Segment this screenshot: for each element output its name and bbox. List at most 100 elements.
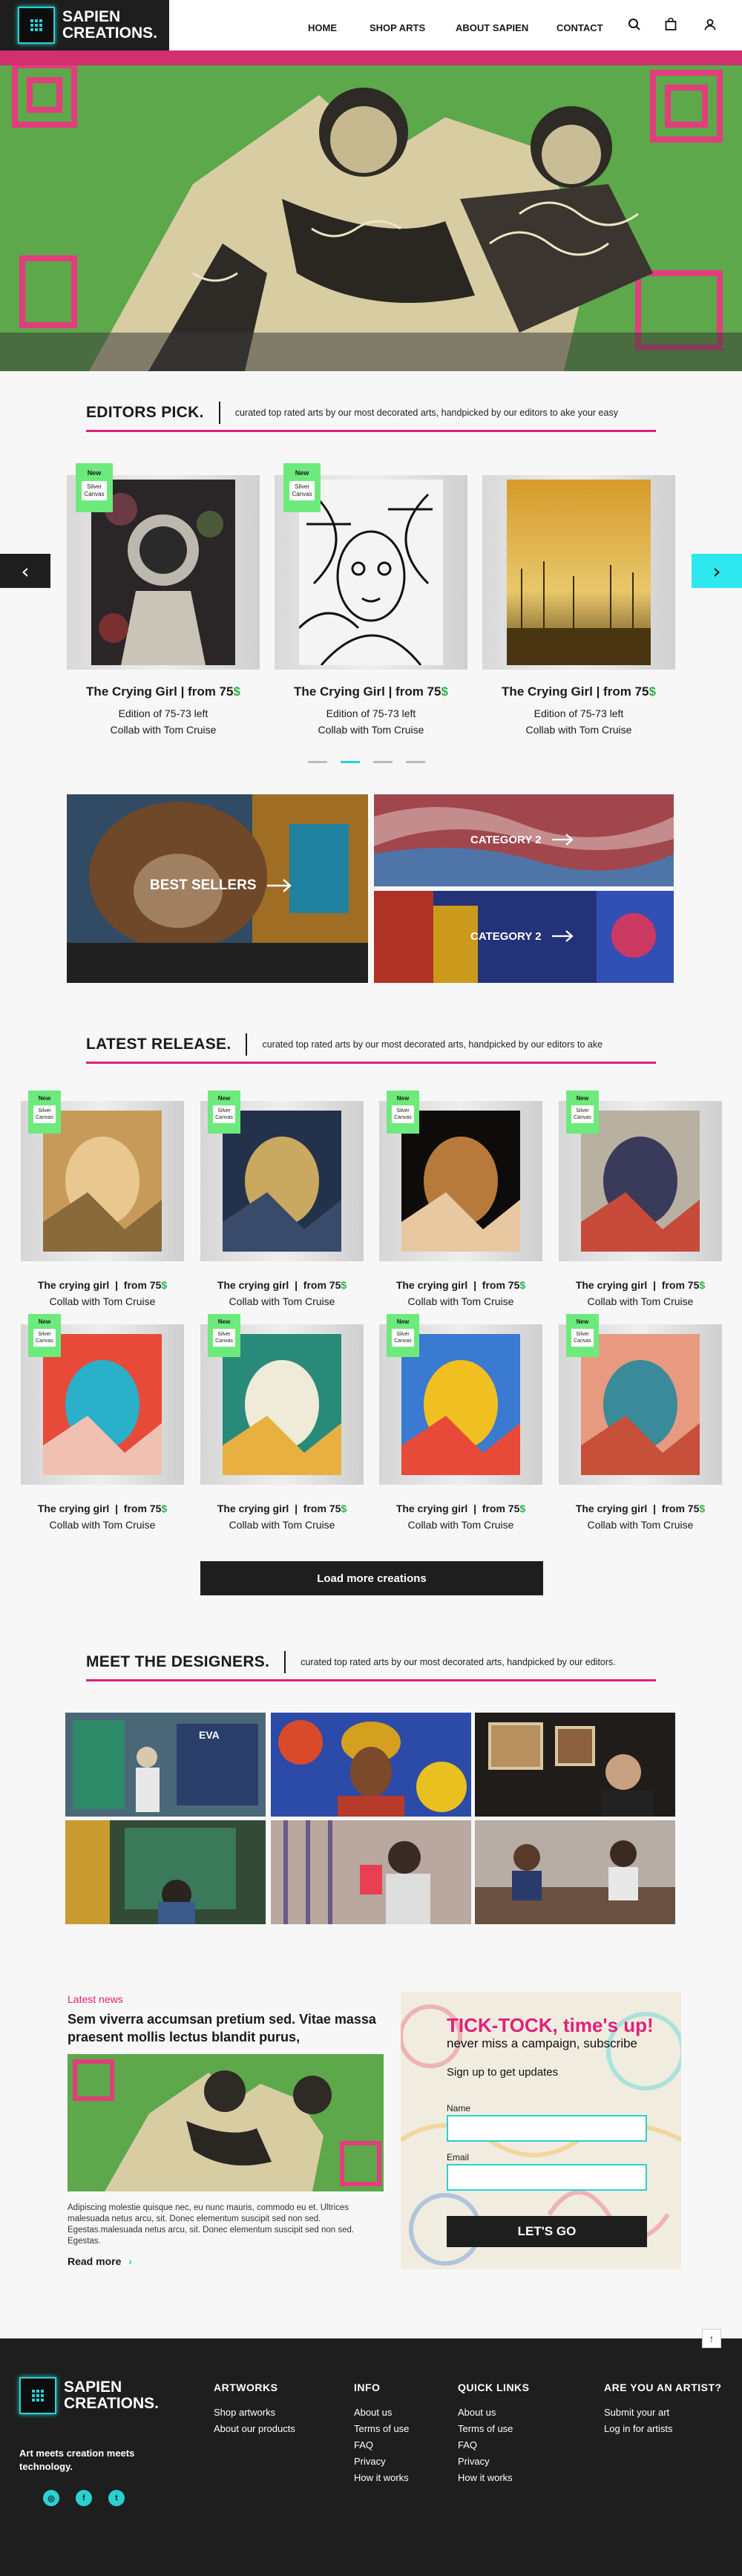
instagram-icon[interactable]: ◎ xyxy=(43,2490,59,2506)
painter-photo xyxy=(65,1820,266,1924)
latest-product-card[interactable]: New Silver Canvas The crying girl | from 7… xyxy=(559,1314,722,1547)
footer-link[interactable]: Submit your art xyxy=(604,2405,722,2421)
news-image[interactable] xyxy=(68,2054,384,2191)
subscribe-box: TICK-TOCK, time's up! never miss a campa… xyxy=(401,1992,681,2269)
latest-product-card[interactable]: New Silver Canvas The crying girl | from 7… xyxy=(379,1091,542,1324)
designer-photo[interactable] xyxy=(271,1713,471,1817)
arrow-right-icon xyxy=(266,879,292,892)
twitter-icon[interactable]: t xyxy=(108,2490,125,2506)
logo-mark-icon xyxy=(19,2377,56,2414)
news-mural-image xyxy=(68,2054,384,2191)
edition-text: Edition of 75-73 left xyxy=(118,707,209,719)
product-title: The crying girl | from 75$ xyxy=(395,1279,526,1291)
category-tile[interactable]: CATEGORY 2 xyxy=(374,794,674,886)
product-title: The crying girl | from 75$ xyxy=(575,1503,706,1514)
carousel-next-button[interactable]: › xyxy=(692,554,742,588)
product-card[interactable]: New Silver Canvas The Crying Girl | from … xyxy=(275,463,467,772)
footer-col-artist: ARE YOU AN ARTIST? Submit your art Log i… xyxy=(604,2382,722,2437)
footer-link[interactable]: Shop artworks xyxy=(214,2405,295,2421)
artwork-image xyxy=(43,1334,162,1475)
portrait-photo xyxy=(271,1713,471,1817)
search-icon[interactable] xyxy=(628,18,641,31)
footer-link[interactable]: Privacy xyxy=(458,2454,530,2470)
nav-home[interactable]: HOME xyxy=(308,22,337,33)
designer-photo[interactable]: EVA xyxy=(65,1713,266,1817)
gallery-sign-text: EVA xyxy=(199,1729,220,1741)
chevron-right-icon: › xyxy=(128,2255,132,2267)
nav-shop-arts[interactable]: SHOP ARTS xyxy=(370,22,425,33)
collab-text: Collab with Tom Cruise xyxy=(229,1295,335,1307)
footer-link[interactable]: FAQ xyxy=(354,2437,409,2454)
latest-product-card[interactable]: New Silver Canvas The crying girl | from 7… xyxy=(21,1091,184,1324)
category-tile[interactable]: CATEGORY 2 xyxy=(374,891,674,983)
footer-col-info: INFO About us Terms of use FAQ Privacy H… xyxy=(354,2382,409,2486)
designer-photo[interactable] xyxy=(475,1820,675,1924)
artwork-image xyxy=(223,1334,341,1475)
arrow-right-icon xyxy=(551,834,574,846)
footer-link[interactable]: Privacy xyxy=(354,2454,409,2470)
carousel-dot-active[interactable] xyxy=(341,761,360,763)
product-card[interactable]: The Crying Girl | from 75$ Edition of 75… xyxy=(482,475,675,772)
brand-logo[interactable]: SAPIEN CREATIONS. xyxy=(0,0,169,50)
latest-product-card[interactable]: New Silver Canvas The crying girl | from 7… xyxy=(379,1314,542,1547)
new-badge: New Silver Canvas xyxy=(566,1091,599,1134)
hero-banner xyxy=(0,50,742,371)
footer-brand[interactable]: SAPIEN CREATIONS. xyxy=(19,2377,159,2414)
footer-link[interactable]: About our products xyxy=(214,2421,295,2437)
user-icon[interactable] xyxy=(703,18,717,31)
facebook-icon[interactable]: f xyxy=(76,2490,92,2506)
footer-col-artworks: ARTWORKS Shop artworks About our product… xyxy=(214,2382,295,2437)
footer-link[interactable]: How it works xyxy=(458,2470,530,2486)
latest-product-card[interactable]: New Silver Canvas The crying girl | from 7… xyxy=(200,1314,364,1547)
nav-about-sapien[interactable]: ABOUT SAPIEN xyxy=(456,22,528,33)
logo-mark-icon xyxy=(18,7,55,44)
new-badge: New Silver Canvas xyxy=(208,1091,240,1134)
latest-product-card[interactable]: New Silver Canvas The crying girl | from 7… xyxy=(559,1091,722,1324)
collab-text: Collab with Tom Cruise xyxy=(587,1295,694,1307)
carousel-dot[interactable] xyxy=(406,761,425,763)
name-label: Name xyxy=(447,2103,471,2114)
latest-product-card[interactable]: New Silver Canvas The crying girl | from 7… xyxy=(21,1314,184,1547)
product-card[interactable]: New Silver Canvas The Crying Girl | from … xyxy=(67,463,260,772)
footer-link[interactable]: How it works xyxy=(354,2470,409,2486)
category-label: CATEGORY 2 xyxy=(470,929,574,943)
carousel-dot[interactable] xyxy=(308,761,327,763)
footer-link[interactable]: About us xyxy=(458,2405,530,2421)
lets-go-button[interactable]: LET'S GO xyxy=(447,2216,647,2247)
product-title: The Crying Girl | from 75$ xyxy=(502,684,656,699)
gallery-photo: EVA xyxy=(65,1713,266,1817)
collab-text: Collab with Tom Cruise xyxy=(229,1519,335,1531)
new-badge: New Silver Canvas xyxy=(387,1314,419,1357)
hero-mural-image xyxy=(0,50,742,371)
carousel-prev-button[interactable]: ‹ xyxy=(0,554,50,588)
gallery-man-photo xyxy=(475,1713,675,1817)
nav-contact[interactable]: CONTACT xyxy=(556,22,603,33)
load-more-button[interactable]: Load more creations xyxy=(200,1561,543,1595)
subscribe-tagline: never miss a campaign, subscribe xyxy=(447,2036,638,2050)
best-sellers-tile[interactable]: BEST SELLERS xyxy=(67,794,368,983)
collab-text: Collab with Tom Cruise xyxy=(318,724,424,736)
name-field[interactable] xyxy=(447,2115,647,2142)
footer-link[interactable]: Log in for artists xyxy=(604,2421,722,2437)
news-tag: Latest news xyxy=(68,1993,123,2005)
email-field[interactable] xyxy=(447,2164,647,2191)
footer-link[interactable]: Terms of use xyxy=(458,2421,530,2437)
footer-link[interactable]: FAQ xyxy=(458,2437,530,2454)
craft-table-photo xyxy=(475,1820,675,1924)
footer-link[interactable]: Terms of use xyxy=(354,2421,409,2437)
latest-product-card[interactable]: New Silver Canvas The crying girl | from 7… xyxy=(200,1091,364,1324)
read-more-link[interactable]: Read more › xyxy=(68,2255,132,2267)
product-title: The crying girl | from 75$ xyxy=(217,1279,347,1291)
designer-photo[interactable] xyxy=(65,1820,266,1924)
designer-photo[interactable] xyxy=(271,1820,471,1924)
product-title: The Crying Girl | from 75$ xyxy=(86,684,240,699)
scroll-to-top-button[interactable]: ↑ xyxy=(702,2329,721,2348)
news-title[interactable]: Sem viverra accumsan pretium sed. Vitae … xyxy=(68,2010,379,2046)
designer-photo[interactable] xyxy=(475,1713,675,1817)
designers-header: MEET THE DESIGNERS. curated top rated ar… xyxy=(86,1651,656,1681)
carousel-dot[interactable] xyxy=(373,761,393,763)
astronaut-artwork xyxy=(91,480,235,665)
artwork-image xyxy=(43,1111,162,1252)
bag-icon[interactable] xyxy=(664,18,677,31)
footer-link[interactable]: About us xyxy=(354,2405,409,2421)
